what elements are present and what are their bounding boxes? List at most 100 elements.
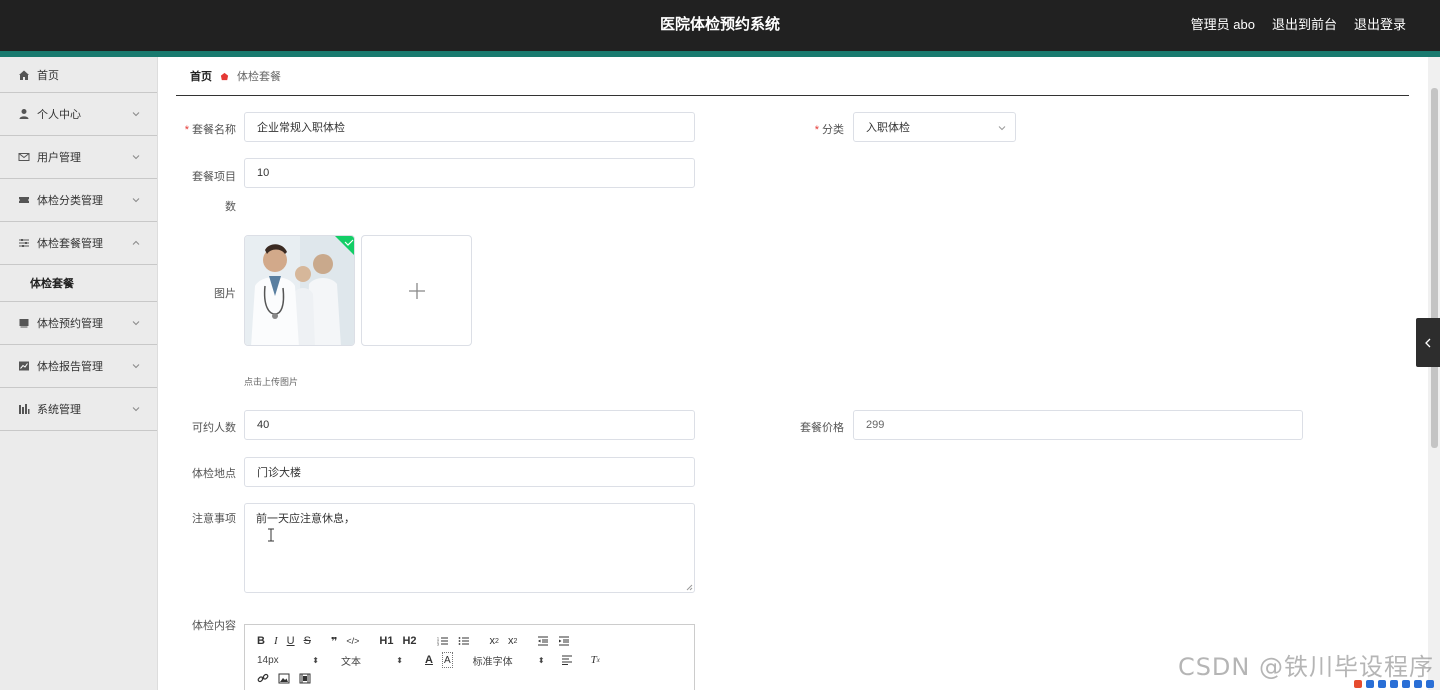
italic-button[interactable]: I [274, 633, 278, 649]
link-icon[interactable] [257, 670, 269, 686]
font-color-icon[interactable]: A [425, 652, 433, 668]
sidebar-item-system[interactable]: 系统管理 [0, 388, 157, 431]
plus-icon [408, 282, 425, 299]
font-size-select[interactable]: 14px ⬍ [257, 652, 319, 668]
h1-button[interactable]: H1 [379, 633, 393, 649]
location-label: 体检地点 [192, 468, 236, 480]
ime-punct-icon [1378, 680, 1386, 688]
ime-more-icon [1426, 680, 1434, 688]
clear-format-icon[interactable]: Tx [591, 652, 600, 668]
notes-text: 前一天应注意休息， [256, 513, 355, 525]
tray-icon [18, 317, 30, 329]
ime-toolbar[interactable] [1354, 678, 1434, 690]
items-count-input[interactable]: 10 [244, 158, 695, 188]
sidebar-subitem-package[interactable]: 体检套餐 [0, 265, 157, 302]
ime-logo-icon [1354, 680, 1362, 688]
sidebar-item-package-mgmt[interactable]: 体检套餐管理 [0, 222, 157, 265]
notes-label: 注意事项 [192, 513, 236, 525]
editor-toolbar-row-2: 14px ⬍ 文本 ⬍ A A 标准字体 ⬍ Tx [257, 652, 609, 668]
editor-toolbar-row-3 [257, 670, 320, 686]
chart-icon [18, 360, 30, 372]
chevron-down-icon [132, 321, 140, 326]
subscript-icon[interactable]: x2 [490, 633, 499, 649]
required-mark: * [184, 124, 189, 136]
sidebar-item-label: 体检分类管理 [37, 195, 103, 207]
sidebar-item-label: 体检预约管理 [37, 318, 103, 330]
strike-button[interactable]: S [304, 633, 311, 649]
ime-mic-icon [1402, 680, 1410, 688]
sliders-icon [18, 237, 30, 249]
price-input[interactable]: 299 [853, 410, 1303, 440]
underline-button[interactable]: U [287, 633, 295, 649]
sidebar-item-booking[interactable]: 体检预约管理 [0, 302, 157, 345]
sidebar-item-report[interactable]: 体检报告管理 [0, 345, 157, 388]
image-label: 图片 [214, 288, 236, 300]
ticket-icon [18, 194, 30, 206]
uploaded-image-thumbnail[interactable] [244, 235, 355, 346]
chevron-down-icon [132, 198, 140, 203]
sidebar-item-label: 用户管理 [37, 152, 81, 164]
h2-button[interactable]: H2 [402, 633, 416, 649]
font-family-select[interactable]: 标准字体 ⬍ [473, 652, 545, 668]
quote-icon[interactable]: ❞ [331, 633, 337, 649]
indent-icon[interactable] [558, 633, 570, 649]
background-color-icon[interactable]: A [441, 652, 453, 668]
category-label: * 分类 [814, 124, 844, 136]
align-icon[interactable] [561, 652, 573, 668]
category-select[interactable]: 入职体检 [853, 112, 1016, 142]
sidebar: 首页 个人中心 用户管理 体检分类管理 体检套餐管理 体检套餐 体检预约管理 体… [0, 57, 158, 690]
breadcrumb-current: 体检套餐 [237, 71, 281, 83]
chevron-up-icon [132, 240, 140, 245]
scrollbar-thumb[interactable] [1431, 88, 1438, 448]
capacity-label: 可约人数 [192, 422, 236, 434]
notes-textarea[interactable]: 前一天应注意休息， [244, 503, 695, 593]
price-label: 套餐价格 [800, 422, 844, 434]
rich-text-editor[interactable]: B I U S ❞ </> H1 H2 123 x2 x2 14px ⬍ 文本 … [244, 624, 695, 690]
back-to-front-link[interactable]: 退出到前台 [1272, 14, 1337, 33]
sidebar-item-label: 体检套餐管理 [37, 238, 103, 250]
upload-add-button[interactable] [361, 235, 472, 346]
chevron-down-icon [132, 407, 140, 412]
bullet-list-icon[interactable] [458, 633, 470, 649]
location-input[interactable]: 门诊大楼 [244, 457, 695, 487]
image-icon[interactable] [278, 670, 290, 686]
sidebar-item-category[interactable]: 体检分类管理 [0, 179, 157, 222]
top-bar: 医院体检预约系统 管理员 abo 退出到前台 退出登录 [0, 0, 1440, 51]
doctor-photo [245, 236, 354, 345]
sidebar-item-label: 系统管理 [37, 404, 81, 416]
home-icon [18, 69, 30, 81]
resize-handle-icon[interactable] [686, 584, 693, 591]
bars-icon [18, 403, 30, 415]
sidebar-item-label: 体检套餐 [30, 278, 74, 290]
package-name-input[interactable]: 企业常规入职体检 [244, 112, 695, 142]
breadcrumb-home[interactable]: 首页 [190, 68, 212, 84]
text-type-select[interactable]: 文本 ⬍ [341, 652, 403, 668]
mail-icon [18, 151, 30, 163]
user-icon [18, 108, 30, 120]
admin-user[interactable]: 管理员 abo [1191, 14, 1255, 33]
side-panel-toggle[interactable] [1416, 318, 1440, 367]
top-actions: 管理员 abo 退出到前台 退出登录 [1191, 14, 1406, 33]
capacity-input[interactable]: 40 [244, 410, 695, 440]
logout-link[interactable]: 退出登录 [1354, 14, 1406, 33]
content-label: 体检内容 [192, 620, 236, 632]
bold-button[interactable]: B [257, 633, 265, 649]
main-content: 首页 体检套餐 * 套餐名称 企业常规入职体检 * 分类 入职体检 套餐项目 数 1… [158, 57, 1428, 690]
chevron-down-icon [132, 112, 140, 117]
code-icon[interactable]: </> [346, 633, 359, 649]
ime-lang-icon [1366, 680, 1374, 688]
breadcrumb-separator-icon [220, 72, 229, 80]
superscript-icon[interactable]: x2 [508, 633, 517, 649]
sidebar-item-home[interactable]: 首页 [0, 57, 157, 93]
video-icon[interactable] [299, 670, 311, 686]
items-count-label: 套餐项目 [192, 171, 236, 183]
outdent-icon[interactable] [537, 633, 549, 649]
ordered-list-icon[interactable]: 123 [437, 633, 449, 649]
package-name-label: * 套餐名称 [184, 124, 236, 136]
ime-emoji-icon [1390, 680, 1398, 688]
select-arrows-icon: ⬍ [537, 655, 545, 665]
sidebar-item-profile[interactable]: 个人中心 [0, 93, 157, 136]
required-mark: * [814, 124, 819, 136]
sidebar-item-users[interactable]: 用户管理 [0, 136, 157, 179]
sidebar-item-label: 个人中心 [37, 109, 81, 121]
